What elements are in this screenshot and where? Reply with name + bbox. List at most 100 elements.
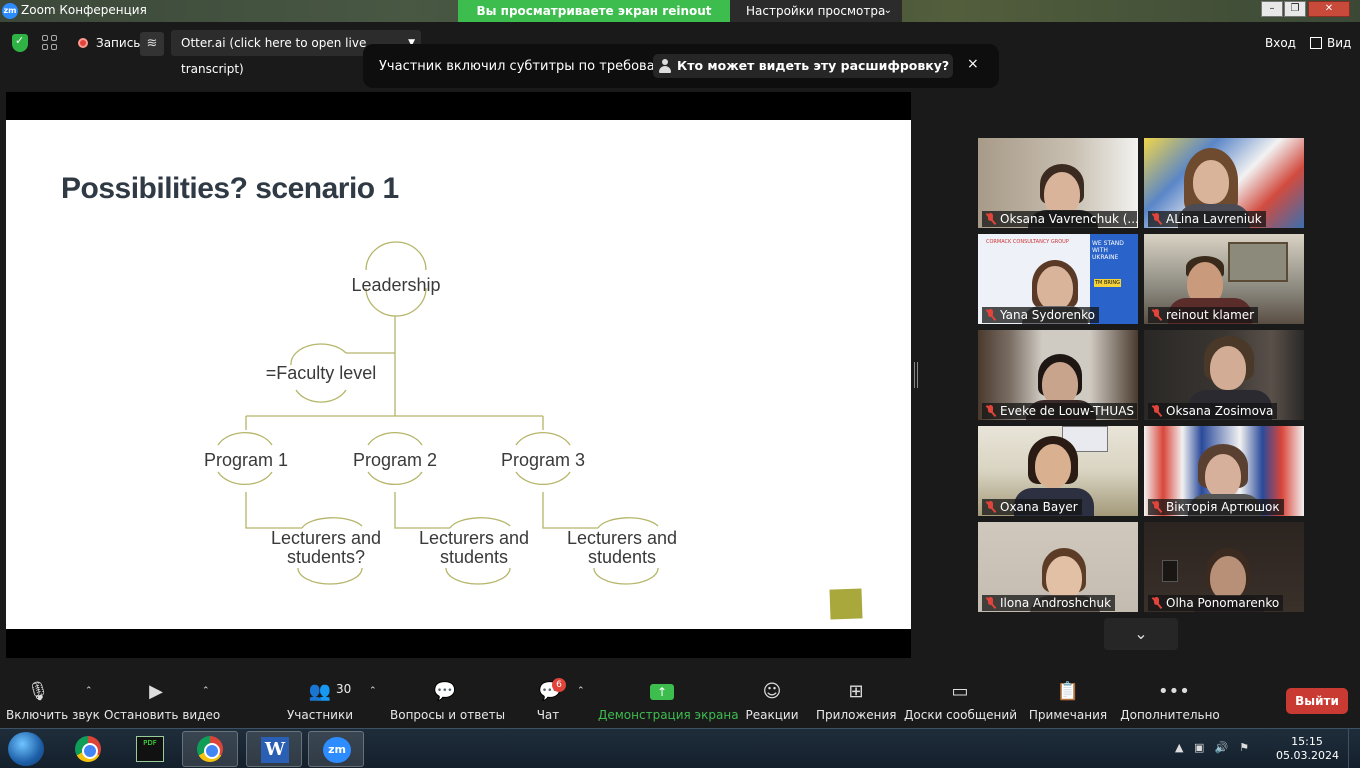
panel-resize-handle[interactable] <box>914 362 918 388</box>
view-settings-dropdown[interactable]: Настройки просмотра ⌄ <box>730 0 902 22</box>
mic-muted-icon <box>1151 405 1162 417</box>
apps-icon: ⊞ <box>848 681 864 702</box>
wall-picture <box>1162 560 1178 582</box>
participant-tile[interactable]: Вікторія Артюшок <box>1144 426 1304 516</box>
participant-tile[interactable]: ALina Lavreniuk <box>1144 138 1304 228</box>
who-can-see-label: Кто может видеть эту расшифровку? За... <box>677 58 953 73</box>
notes-icon: 📋 <box>1056 681 1080 702</box>
chevron-up-icon[interactable]: ⌃ <box>202 686 210 696</box>
participant-tile[interactable]: Eveke de Louw-THUAS <box>978 330 1138 420</box>
gallery-next-page-button[interactable]: ⌄ <box>1104 618 1178 650</box>
taskbar-zoom[interactable]: zm <box>308 731 364 767</box>
lect1-connector <box>245 492 302 529</box>
unmute-label: Включить звук <box>6 708 100 722</box>
close-window-button[interactable]: ✕ <box>1308 1 1350 17</box>
participant-tile-active-speaker[interactable]: reinout klamer <box>1144 234 1304 324</box>
lect1-arc-bottom <box>297 567 363 585</box>
faculty-arc-top <box>290 343 347 366</box>
node-program-3: Program 3 <box>500 450 586 470</box>
stop-video-button[interactable]: ▶ ⌃ Остановить видео <box>104 666 220 728</box>
node-lecturers-2-line1: Lecturers and <box>418 528 530 548</box>
chevron-down-icon: ⌄ <box>1134 624 1148 643</box>
participant-tile[interactable]: CORMACK CONSULTANCY GROUP WE STAND WITH … <box>978 234 1138 324</box>
participant-name: Вікторія Артюшок <box>1166 500 1280 514</box>
leave-meeting-button[interactable]: Выйти <box>1286 688 1348 714</box>
tray-expand-icon[interactable]: ▲ <box>1175 741 1183 754</box>
mic-muted-icon <box>985 405 996 417</box>
leadership-arc-top <box>365 241 427 271</box>
view-grid-icon[interactable] <box>1310 37 1322 49</box>
banner-tm-text: TM BRING <box>1094 279 1121 287</box>
network-icon[interactable]: ▣ <box>1194 741 1204 754</box>
minimize-button[interactable]: – <box>1261 1 1283 17</box>
mic-muted-icon <box>985 213 996 225</box>
pdf-icon: PDF <box>136 736 164 762</box>
node-lecturers-3-line1: Lecturers and <box>566 528 678 548</box>
qa-bubbles-icon: 💬 <box>433 681 457 702</box>
participant-tile[interactable]: Ilona Androshchuk <box>978 522 1138 612</box>
enter-fullscreen-button[interactable]: Вход <box>1265 36 1296 50</box>
action-center-icon[interactable]: ⚑ <box>1239 741 1249 754</box>
live-transcript-icon[interactable]: ≋ <box>140 32 164 56</box>
chat-button[interactable]: 💬 6 ⌃ Чат <box>526 666 586 728</box>
captions-notice: Участник включил субтитры по требованию … <box>363 44 999 88</box>
chevron-up-icon[interactable]: ⌃ <box>369 686 377 696</box>
participant-tile[interactable]: Oksana Zosimova <box>1144 330 1304 420</box>
reactions-button[interactable]: ☺ Реакции <box>740 666 804 728</box>
volume-icon[interactable]: 🔊 <box>1215 741 1229 754</box>
meeting-info-icon[interactable] <box>42 35 58 51</box>
mic-muted-icon <box>985 309 996 321</box>
system-tray[interactable]: ▲ ▣ 🔊 ⚑ <box>1175 741 1249 754</box>
lect3-arc-bottom <box>593 567 659 585</box>
taskbar-word[interactable]: W <box>246 731 302 767</box>
word-icon: W <box>261 737 289 763</box>
taskbar-chrome-open[interactable] <box>182 731 238 767</box>
close-notice-button[interactable]: × <box>967 56 979 72</box>
participant-name: Yana Sydorenko <box>1000 308 1096 322</box>
notes-button[interactable]: 📋 Примечания <box>1026 666 1110 728</box>
windows-start-icon[interactable] <box>8 732 44 766</box>
participants-icon: 👥 <box>308 681 332 702</box>
restore-button[interactable]: ❐ <box>1284 1 1306 17</box>
apps-button[interactable]: ⊞ Приложения <box>816 666 897 728</box>
node-lecturers-2-line2: students <box>439 547 509 567</box>
recording-indicator-icon <box>78 38 88 48</box>
mic-muted-icon <box>1151 309 1162 321</box>
who-can-see-transcript-link[interactable]: Кто может видеть эту расшифровку? За... <box>653 54 953 78</box>
participants-count: 30 <box>336 682 352 696</box>
clock-date: 05.03.2024 <box>1276 749 1339 762</box>
whiteboard-icon: ▭ <box>951 681 969 702</box>
participant-name: Olha Ponomarenko <box>1166 596 1280 610</box>
node-lecturers-3: Lecturers and students <box>557 529 687 567</box>
presentation-slide: Possibilities? scenario 1 Leadership =Fa… <box>6 120 911 629</box>
participant-tile[interactable]: Oksana Vavrenchuk (... <box>978 138 1138 228</box>
share-screen-button[interactable]: ↑ Демонстрация экрана <box>598 666 739 728</box>
view-button[interactable]: Вид <box>1327 36 1351 50</box>
participant-tile[interactable]: Olha Ponomarenko <box>1144 522 1304 612</box>
smile-plus-icon: ☺ <box>762 681 782 702</box>
painting-on-wall <box>1228 242 1288 282</box>
qa-button[interactable]: 💬 Вопросы и ответы <box>390 666 505 728</box>
participant-name-tag: Ilona Androshchuk <box>982 595 1116 611</box>
mic-muted-icon <box>985 597 996 609</box>
participants-button[interactable]: 👥 30 ⌃ Участники <box>282 666 382 728</box>
banner-ukraine-text: WE STAND WITH UKRAINE <box>1092 240 1124 261</box>
taskbar-chrome-pinned[interactable] <box>60 731 116 767</box>
zoom-icon: zm <box>323 737 351 763</box>
clock-time: 15:15 <box>1291 735 1323 748</box>
participant-tile[interactable]: Oxana Bayer <box>978 426 1138 516</box>
chevron-up-icon[interactable]: ⌃ <box>85 686 93 696</box>
unmute-button[interactable]: 🎙 ⌃ Включить звук <box>6 666 100 728</box>
decorative-square <box>829 588 863 620</box>
taskbar-pdf-app[interactable]: PDF <box>122 731 178 767</box>
more-button[interactable]: ••• Дополнительно <box>1120 666 1220 728</box>
chevron-up-icon[interactable]: ⌃ <box>577 686 585 696</box>
security-shield-icon[interactable] <box>12 34 28 52</box>
chrome-icon <box>75 736 101 762</box>
show-desktop-button[interactable] <box>1348 729 1360 768</box>
share-screen-arrow-icon: ↑ <box>650 684 674 700</box>
mic-muted-icon <box>1151 597 1162 609</box>
mic-muted-icon <box>1151 501 1162 513</box>
taskbar-clock[interactable]: 15:15 05.03.2024 <box>1276 735 1339 763</box>
whiteboards-button[interactable]: ▭ Доски сообщений <box>904 666 1017 728</box>
